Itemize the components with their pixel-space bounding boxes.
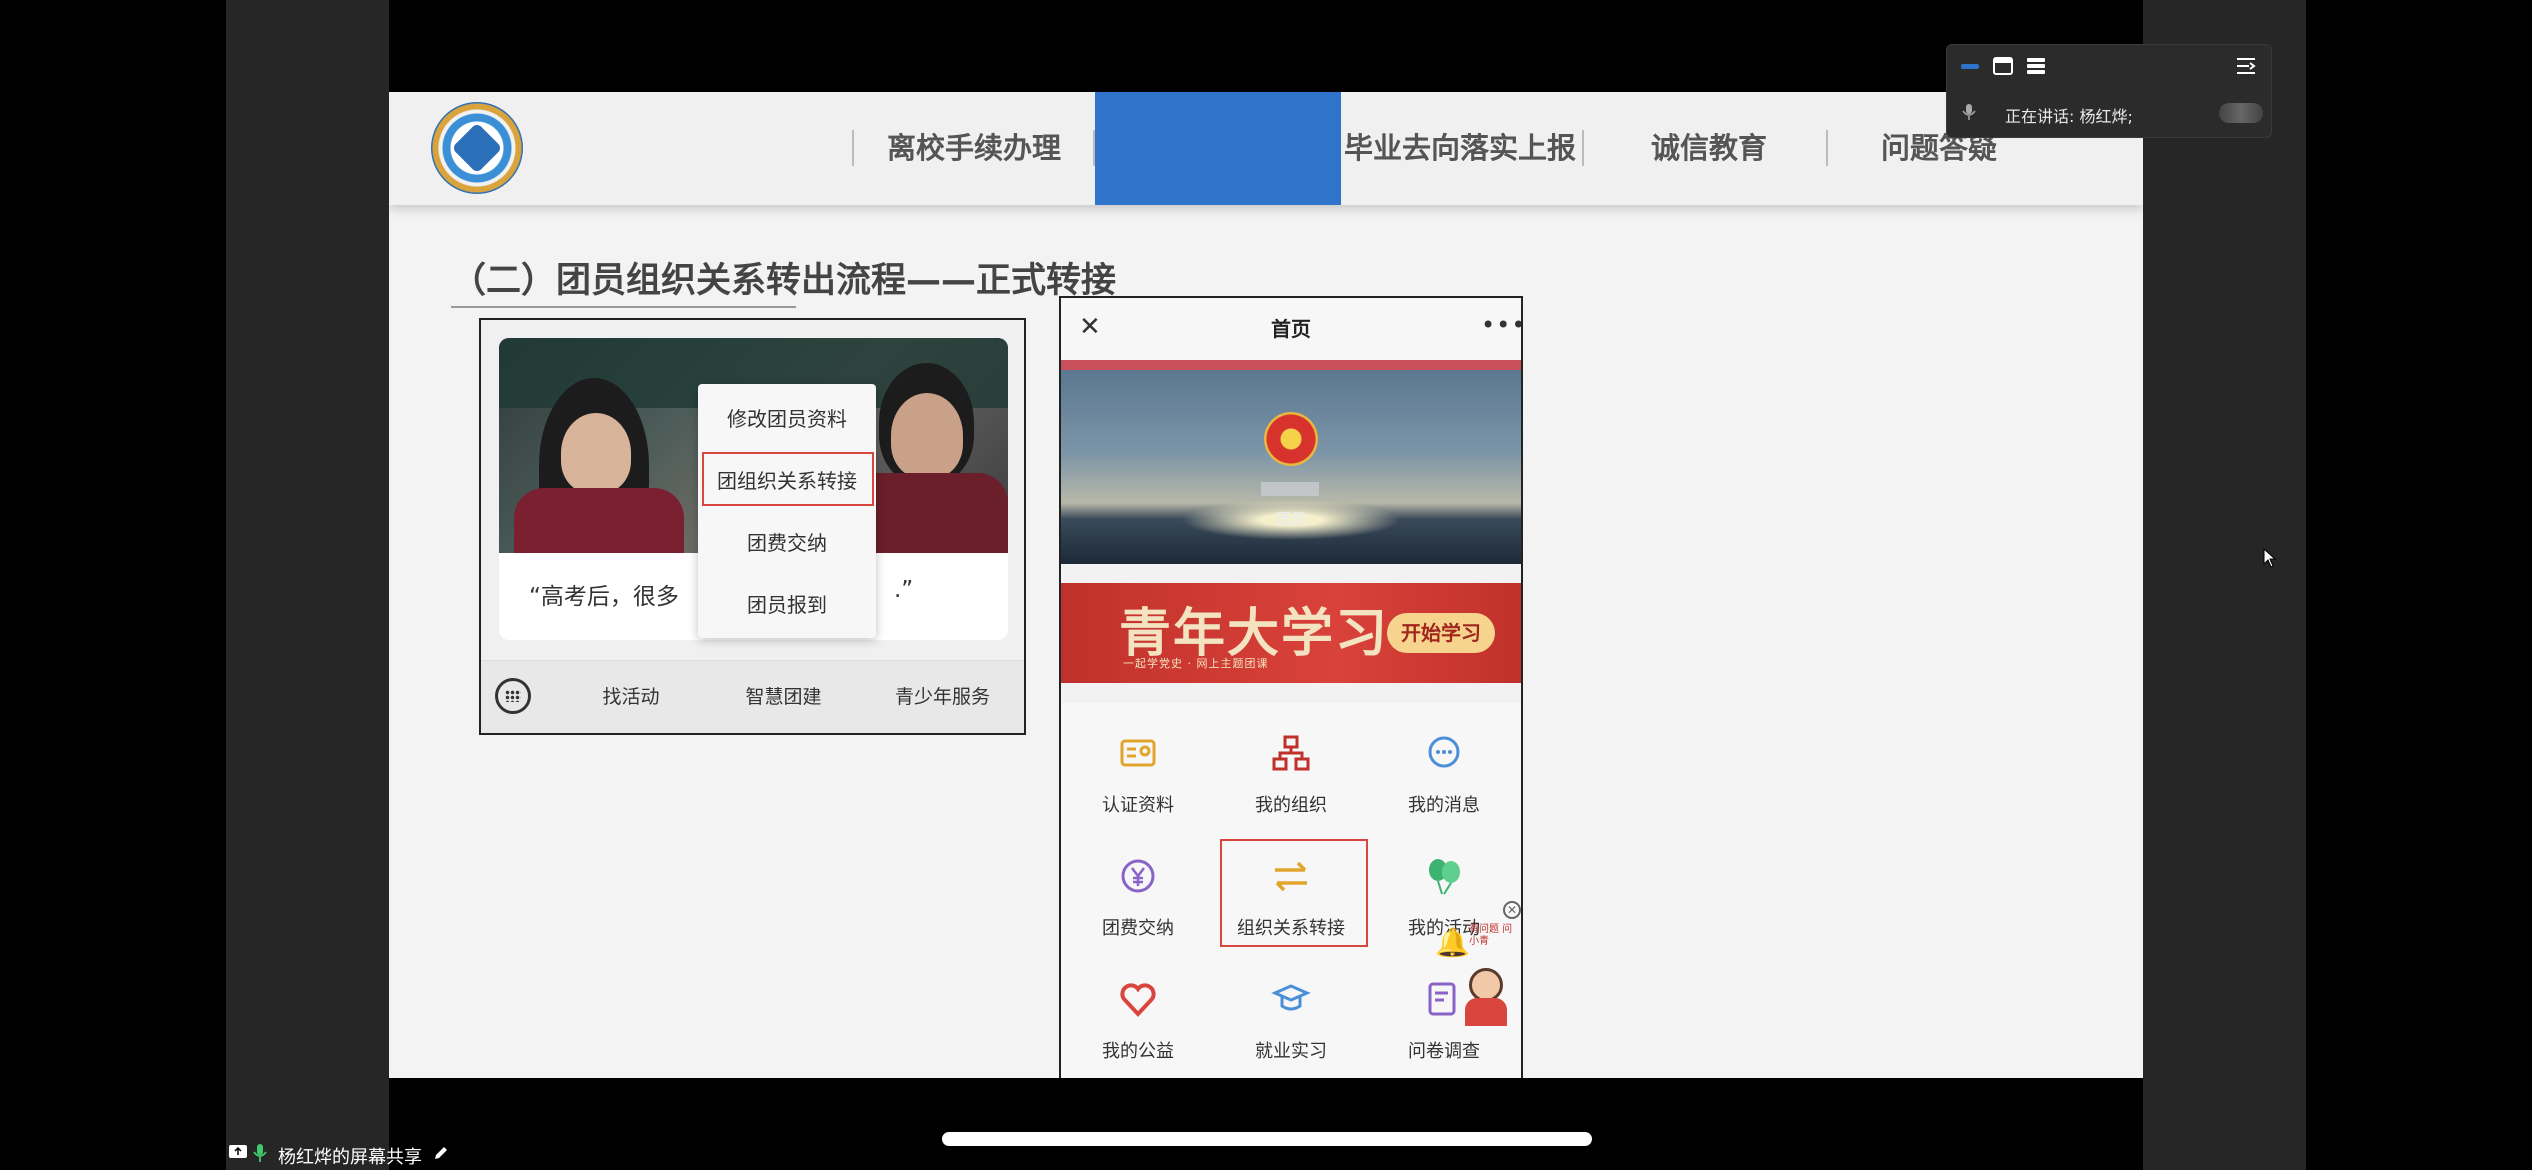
menu-item-edit-profile[interactable]: 修改团员资料	[698, 388, 876, 450]
screen-share-label: 杨红烨的屏幕共享	[278, 1147, 422, 1168]
grid-label: 团费交纳	[1102, 918, 1174, 939]
keyboard-icon[interactable]	[495, 678, 531, 714]
nav-item-graduation-report[interactable]: 毕业去向落实上报	[1341, 92, 1579, 205]
yuan-coin-icon	[1118, 856, 1158, 896]
more-icon[interactable]: •••	[1481, 310, 1521, 340]
highlight-box	[702, 452, 874, 506]
right-gutter	[2143, 0, 2306, 1170]
minimize-icon[interactable]	[1959, 55, 1981, 77]
profile-banner: 团员	[1061, 360, 1521, 564]
layout-list-icon[interactable]	[2025, 55, 2047, 77]
balloons-icon	[1424, 856, 1464, 896]
nav-divider	[1582, 130, 1584, 166]
home-indicator[interactable]	[942, 1132, 1592, 1146]
grid-item-messages[interactable]: 我的消息	[1369, 713, 1519, 833]
id-card-icon	[1118, 733, 1158, 773]
start-study-button[interactable]: 开始学习	[1387, 613, 1495, 653]
phone-title: 首页	[1271, 317, 1311, 341]
caption-text-end: .”	[894, 577, 914, 603]
caption-text: “高考后，很多	[529, 584, 679, 610]
collapse-panel-icon[interactable]	[2235, 55, 2257, 77]
menu-item-pay-dues[interactable]: 团费交纳	[698, 512, 876, 574]
pencil-icon[interactable]	[432, 1144, 452, 1164]
heading-underline	[451, 306, 796, 308]
speaker-name: 杨红烨;	[2079, 107, 2133, 126]
slide-nav-bar: 离校手续办理 毕业去向落实上报 诚信教育 问题答疑	[389, 92, 2143, 205]
school-logo	[431, 102, 523, 194]
mouse-cursor-icon	[2263, 547, 2277, 572]
grid-label: 问卷调查	[1408, 1041, 1480, 1062]
mascot-helper[interactable]: 🔔 有问题 问小青	[1429, 918, 1519, 1028]
float-close-icon[interactable]: ✕	[1503, 901, 1521, 919]
member-label: 团员	[1275, 510, 1306, 528]
grid-item-pay-dues[interactable]: 团费交纳	[1063, 836, 1213, 956]
nav-item-leave-procedures[interactable]: 离校手续办理	[859, 92, 1089, 205]
league-badge-icon	[1264, 412, 1318, 466]
org-chart-icon	[1271, 733, 1311, 773]
audio-level-icon	[2219, 103, 2263, 123]
speaking-label: 正在讲话:	[2005, 107, 2075, 126]
nav-item-active-highlight[interactable]	[1095, 92, 1341, 205]
blurred-name	[1261, 482, 1319, 496]
tab-youth-service[interactable]: 青少年服务	[861, 661, 1024, 734]
left-gutter	[226, 0, 389, 1170]
shared-slide: 离校手续办理 毕业去向落实上报 诚信教育 问题答疑 （二）团员组织关系转出流程—…	[389, 92, 2143, 1078]
bell-icon: 🔔	[1435, 926, 1470, 959]
grid-item-internship[interactable]: 就业实习	[1216, 959, 1366, 1078]
nav-divider	[852, 130, 854, 166]
popup-menu: 修改团员资料 团组织关系转接 团费交纳 团员报到	[698, 384, 876, 638]
heart-icon	[1118, 979, 1158, 1019]
grid-item-my-org[interactable]: 我的组织	[1216, 713, 1366, 833]
mascot-text: 有问题 问小青	[1469, 924, 1513, 947]
app-screenshot-menu: “高考后，很多 .” 修改团员资料 团组织关系转接 团费交纳 团员报到 找活动 …	[479, 318, 1026, 735]
nav-item-integrity-education[interactable]: 诚信教育	[1609, 92, 1809, 205]
screen-share-icon	[228, 1143, 250, 1165]
graduation-cap-icon	[1271, 979, 1311, 1019]
ad-subtitle: 一起学党史 · 网上主题团课	[1123, 657, 1269, 670]
grid-label: 认证资料	[1102, 795, 1174, 816]
slide-heading: （二）团员组织关系转出流程——正式转接	[451, 261, 1117, 301]
grid-item-charity[interactable]: 我的公益	[1063, 959, 1213, 1078]
grid-label: 就业实习	[1255, 1041, 1327, 1062]
grid-item-certification[interactable]: 认证资料	[1063, 713, 1213, 833]
phone-header: ✕ 首页 •••	[1061, 298, 1521, 360]
grid-label: 我的公益	[1102, 1041, 1174, 1062]
window-icon[interactable]	[1992, 55, 2014, 77]
meeting-control-panel: 正在讲话: 杨红烨;	[1946, 44, 2272, 138]
grid-label: 我的组织	[1255, 795, 1327, 816]
youth-study-banner[interactable]: 青年大学习 一起学党史 · 网上主题团课 开始学习	[1061, 583, 1521, 683]
nav-divider	[1826, 130, 1828, 166]
highlight-box	[1220, 839, 1368, 947]
speaker-mic-icon	[1961, 103, 1977, 125]
mic-icon	[252, 1143, 272, 1165]
bottom-tab-bar: 找活动 智慧团建 青少年服务	[481, 660, 1024, 733]
grid-label: 我的消息	[1408, 795, 1480, 816]
tab-smart-league[interactable]: 智慧团建	[706, 661, 861, 734]
menu-item-member-report[interactable]: 团员报到	[698, 574, 876, 636]
tab-find-activity[interactable]: 找活动	[556, 661, 706, 734]
chat-bubble-icon	[1424, 733, 1464, 773]
phone-screenshot: ✕ 首页 ••• 团员 青年大学习 一起学党史 · 网上主题团课 开始学习 认证…	[1059, 296, 1523, 1078]
speaking-indicator: 正在讲话: 杨红烨;	[2005, 103, 2133, 127]
